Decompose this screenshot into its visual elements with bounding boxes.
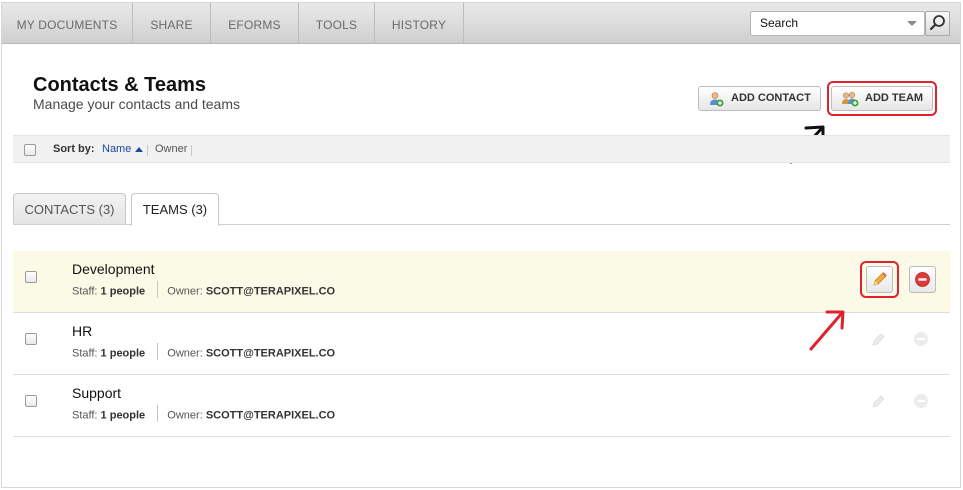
- search-button[interactable]: [925, 11, 950, 36]
- nav-share[interactable]: SHARE: [133, 3, 211, 44]
- owner-email: SCOTT@TERAPIXEL.CO: [205, 347, 336, 360]
- sort-by-owner-link[interactable]: Owner: [155, 143, 187, 155]
- nav-my-documents[interactable]: MY DOCUMENTS: [2, 3, 133, 44]
- add-team-highlight: [827, 81, 937, 116]
- owner-label: Owner:: [167, 409, 203, 422]
- staff-count: 1 people: [100, 285, 146, 298]
- staff-label: Staff:: [72, 347, 98, 360]
- nav-tools[interactable]: TOOLS: [299, 3, 375, 44]
- top-nav: MY DOCUMENTS SHARE EFORMS TOOLS HISTORY …: [2, 3, 960, 44]
- team-meta: Staff: 1 people Owner: SCOTT@TERAPIXEL.C…: [72, 343, 336, 362]
- app-window: MY DOCUMENTS SHARE EFORMS TOOLS HISTORY …: [1, 2, 961, 488]
- add-contact-label: ADD CONTACT: [731, 92, 811, 104]
- add-contact-icon: [710, 92, 724, 107]
- remove-icon[interactable]: [911, 391, 931, 411]
- row-checkbox[interactable]: [25, 333, 37, 345]
- nav-eforms[interactable]: EFORMS: [211, 3, 299, 44]
- chevron-down-icon[interactable]: [907, 21, 917, 26]
- divider: [157, 343, 159, 360]
- owner-email: SCOTT@TERAPIXEL.CO: [205, 409, 336, 422]
- divider: [191, 145, 192, 156]
- remove-icon[interactable]: [911, 329, 931, 349]
- select-all-checkbox[interactable]: [24, 144, 36, 156]
- sort-bar: Sort by: Name Owner: [13, 135, 950, 163]
- row-checkbox[interactable]: [25, 395, 37, 407]
- table-row[interactable]: Support Staff: 1 people Owner: SCOTT@TER…: [13, 375, 950, 437]
- staff-count: 1 people: [100, 409, 146, 422]
- owner-label: Owner:: [167, 285, 203, 298]
- divider: [157, 281, 159, 298]
- remove-team-button[interactable]: [909, 266, 936, 293]
- sort-label: Sort by:: [53, 143, 95, 155]
- staff-count: 1 people: [100, 347, 146, 360]
- team-name[interactable]: Support: [72, 385, 121, 401]
- team-name[interactable]: HR: [72, 323, 92, 339]
- pencil-icon[interactable]: [869, 329, 889, 349]
- staff-label: Staff:: [72, 409, 98, 422]
- nav-history[interactable]: HISTORY: [375, 3, 464, 44]
- divider: [157, 405, 159, 422]
- edit-team-highlight: [860, 261, 899, 298]
- pencil-icon[interactable]: [869, 391, 889, 411]
- team-name[interactable]: Development: [72, 261, 155, 277]
- remove-icon: [915, 272, 930, 287]
- sort-by-name-link[interactable]: Name: [102, 143, 131, 155]
- search-value: Search: [760, 16, 799, 30]
- team-meta: Staff: 1 people Owner: SCOTT@TERAPIXEL.C…: [72, 405, 336, 424]
- tab-teams[interactable]: TEAMS (3): [131, 193, 219, 226]
- tab-contacts[interactable]: CONTACTS (3): [13, 193, 126, 224]
- arrow-annotation-red: [809, 310, 845, 351]
- add-contact-button[interactable]: ADD CONTACT: [698, 86, 821, 111]
- divider: [147, 145, 148, 156]
- owner-email: SCOTT@TERAPIXEL.CO: [205, 285, 336, 298]
- owner-label: Owner:: [167, 347, 203, 360]
- search-icon: [929, 15, 945, 31]
- row-checkbox[interactable]: [25, 271, 37, 283]
- team-meta: Staff: 1 people Owner: SCOTT@TERAPIXEL.C…: [72, 281, 336, 300]
- sort-asc-icon: [135, 147, 143, 152]
- page-title: Contacts & Teams: [33, 74, 207, 96]
- page-subtitle: Manage your contacts and teams: [33, 96, 241, 112]
- staff-label: Staff:: [72, 285, 98, 298]
- search-input[interactable]: Search: [750, 11, 925, 36]
